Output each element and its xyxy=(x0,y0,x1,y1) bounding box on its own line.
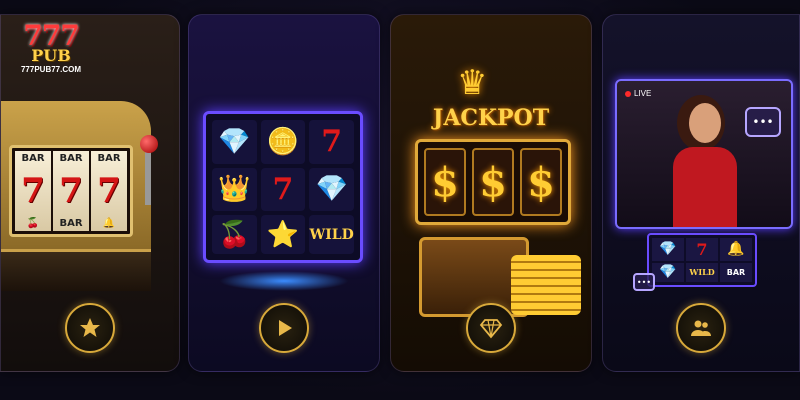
classic-slots-button[interactable] xyxy=(65,303,115,353)
coin-symbol: 🪙 xyxy=(260,120,306,164)
card-jackpot[interactable]: ♛ JACKPOT $ $ $ xyxy=(390,14,592,372)
crown-icon: ♛ xyxy=(457,63,488,103)
host-body xyxy=(673,147,737,227)
reel-symbol: BAR xyxy=(97,153,121,164)
dollar-symbol: $ xyxy=(424,148,466,216)
reel-seven: 7 xyxy=(21,171,45,211)
reel: BAR 7 🔔 xyxy=(91,151,127,231)
emerald-symbol: 💎 xyxy=(309,167,354,212)
diamond-icon xyxy=(479,319,503,339)
live-indicator: LIVE xyxy=(625,89,651,98)
cherry-symbol: 🍒 xyxy=(212,215,257,254)
star-icon xyxy=(80,318,100,337)
chat-bubble-icon: ••• xyxy=(745,107,781,137)
dollar-symbol: $ xyxy=(472,148,514,216)
jackpot-reels: $ $ $ xyxy=(415,139,571,225)
slot-lever xyxy=(145,145,151,205)
play-icon xyxy=(279,320,292,336)
reel-seven: 7 xyxy=(97,171,121,211)
crown-symbol: 👑 xyxy=(212,167,257,212)
logo-domain: 777PUB77.COM xyxy=(20,65,82,74)
card-live-casino[interactable]: LIVE ••• 💎 7 🔔 💎 WILD BAR ••• xyxy=(602,14,800,372)
lever-knob xyxy=(140,135,158,153)
slot-base xyxy=(1,249,151,291)
diamond-symbol: 💎 xyxy=(652,238,684,261)
glow-platform xyxy=(219,271,349,291)
users-icon xyxy=(691,320,711,336)
jackpot-button[interactable] xyxy=(466,303,516,353)
reel-seven: 7 xyxy=(59,171,83,211)
dollar-symbol: $ xyxy=(520,148,562,216)
reel: BAR 7 🍒 xyxy=(15,151,51,231)
live-label: LIVE xyxy=(634,89,652,98)
card-classic-slots[interactable]: 777 PUB 777PUB77.COM BAR 7 🍒 BAR 7 BAR B… xyxy=(0,14,180,372)
mini-slot-grid: 💎 7 🔔 💎 WILD BAR xyxy=(647,233,757,287)
emerald-symbol: 💎 xyxy=(652,262,684,282)
wild-symbol: WILD xyxy=(309,215,354,254)
slot-grid: 💎 🪙 7 👑 7 💎 🍒 ⭐ WILD xyxy=(203,111,363,263)
card-video-slots[interactable]: 💎 🪙 7 👑 7 💎 🍒 ⭐ WILD xyxy=(188,14,380,372)
reel-symbol: BAR xyxy=(59,218,83,229)
jackpot-title: JACKPOT xyxy=(432,105,550,131)
reel: BAR 7 BAR xyxy=(53,151,89,231)
chat-icon: ••• xyxy=(633,273,655,291)
bar-symbol: BAR xyxy=(720,262,752,282)
reel-symbol: BAR xyxy=(21,153,45,164)
host-head xyxy=(689,103,721,143)
bell-icon: 🔔 xyxy=(102,218,116,229)
live-casino-button[interactable] xyxy=(676,303,726,353)
diamond-symbol: 💎 xyxy=(212,120,257,164)
bell-symbol: 🔔 xyxy=(720,238,752,261)
slot-window: BAR 7 🍒 BAR 7 BAR BAR 7 🔔 xyxy=(9,145,133,237)
coin-stack xyxy=(511,255,581,315)
seven-symbol: 7 xyxy=(686,238,718,261)
seven-symbol: 7 xyxy=(260,167,306,212)
cherry-icon: 🍒 xyxy=(26,218,40,229)
star-symbol: ⭐ xyxy=(260,215,306,254)
video-slots-button[interactable] xyxy=(259,303,309,353)
wild-symbol: WILD xyxy=(686,262,718,282)
seven-symbol: 7 xyxy=(309,120,354,164)
reel-symbol: BAR xyxy=(59,153,83,164)
record-dot-icon xyxy=(625,90,631,97)
live-stream-screen: LIVE ••• xyxy=(615,79,793,229)
brand-logo[interactable]: 777 PUB 777PUB77.COM xyxy=(11,22,91,75)
slot-machine-illustration: BAR 7 🍒 BAR 7 BAR BAR 7 🔔 xyxy=(1,101,151,291)
live-host xyxy=(665,103,745,227)
